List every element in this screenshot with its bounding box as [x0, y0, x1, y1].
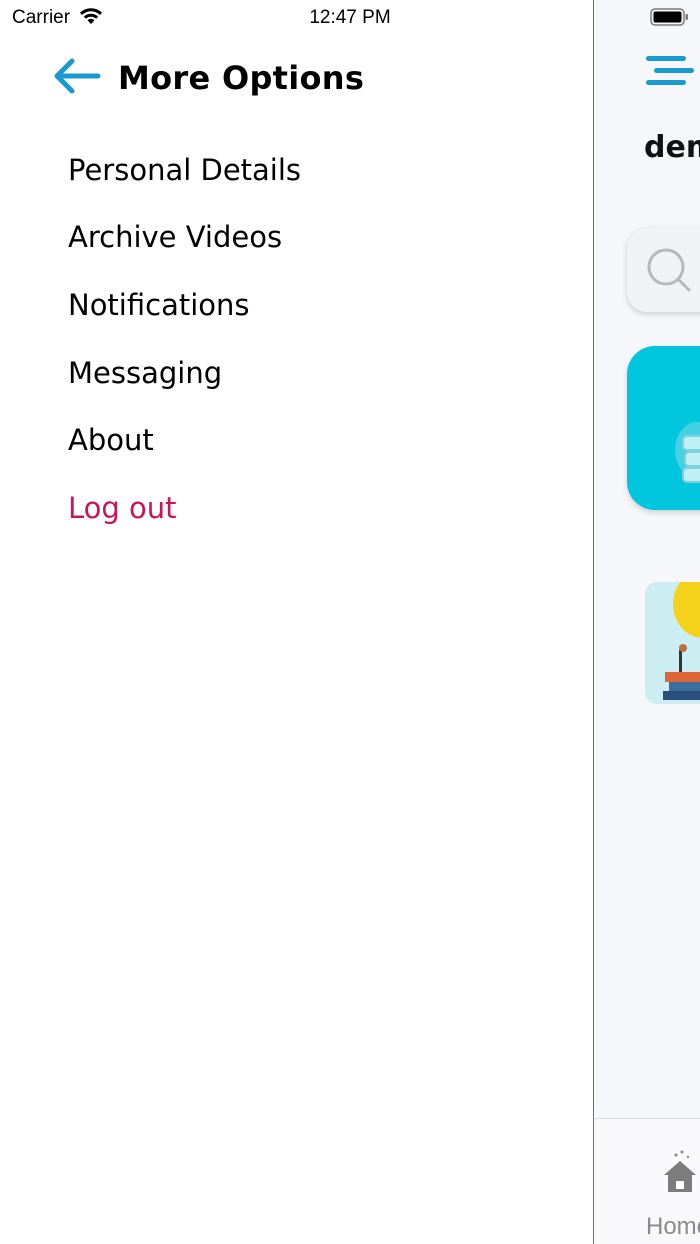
hamburger-menu-icon[interactable] [646, 52, 694, 92]
home-icon [662, 1149, 698, 1197]
back-button[interactable] [52, 53, 102, 103]
wifi-icon [78, 6, 104, 30]
drawer-header: More Options [52, 52, 364, 104]
greeting-text: dem [644, 130, 700, 165]
course-thumbnail[interactable] [645, 570, 700, 704]
lightbulb-illustration-icon [663, 570, 700, 700]
back-arrow-icon [52, 56, 102, 100]
main-screen-peek[interactable]: dem [594, 0, 700, 1244]
menu-item-messaging[interactable]: Messaging [68, 339, 301, 407]
carrier-label: Carrier [12, 7, 71, 28]
menu-item-notifications[interactable]: Notifications [68, 271, 301, 339]
menu-item-personal-details[interactable]: Personal Details [68, 136, 301, 204]
status-bar-left: Carrier [12, 6, 104, 30]
battery-icon [650, 8, 688, 26]
books-illustration-icon [675, 422, 700, 483]
logout-button[interactable]: Log out [68, 474, 301, 542]
featured-card[interactable] [627, 346, 700, 510]
menu-item-about[interactable]: About [68, 406, 301, 474]
tab-home-label: Home [646, 1213, 700, 1240]
drawer-title: More Options [118, 59, 365, 97]
tab-bar: Home [594, 1118, 700, 1244]
menu-item-archive-videos[interactable]: Archive Videos [68, 204, 301, 272]
options-menu: Personal Details Archive Videos Notifica… [68, 136, 301, 542]
tab-home[interactable]: Home [640, 1133, 700, 1240]
more-options-drawer: Carrier 12:47 PM More Options Personal D… [0, 0, 593, 1244]
search-input[interactable] [627, 228, 700, 312]
status-time: 12:47 PM [309, 7, 391, 28]
search-icon [645, 246, 693, 294]
